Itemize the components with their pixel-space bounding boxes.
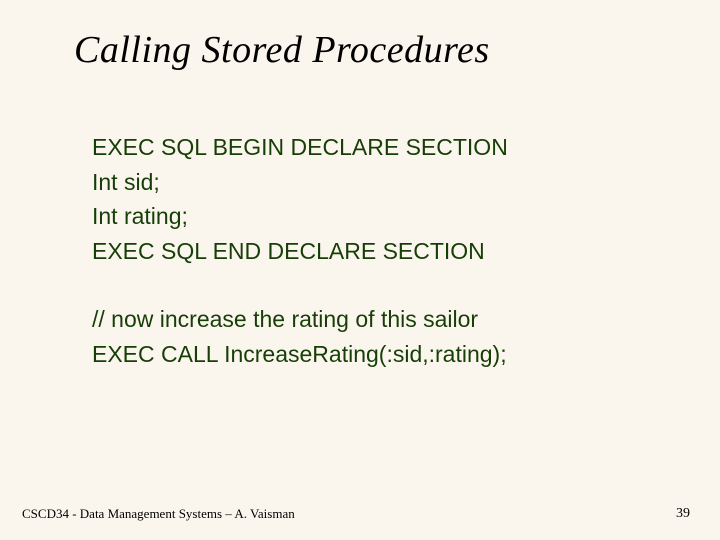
code-line: // now increase the rating of this sailo…	[92, 302, 508, 337]
page-number: 39	[676, 506, 690, 522]
code-line: EXEC CALL IncreaseRating(:sid,:rating);	[92, 337, 508, 372]
slide: Calling Stored Procedures EXEC SQL BEGIN…	[0, 0, 720, 540]
spacer	[92, 268, 508, 302]
slide-title: Calling Stored Procedures	[74, 28, 490, 72]
footer-course: CSCD34 - Data Management Systems – A. Va…	[22, 506, 295, 522]
code-line: Int rating;	[92, 199, 508, 234]
code-line: EXEC SQL END DECLARE SECTION	[92, 234, 508, 269]
code-line: Int sid;	[92, 165, 508, 200]
code-line: EXEC SQL BEGIN DECLARE SECTION	[92, 130, 508, 165]
code-block: EXEC SQL BEGIN DECLARE SECTION Int sid; …	[92, 130, 508, 371]
